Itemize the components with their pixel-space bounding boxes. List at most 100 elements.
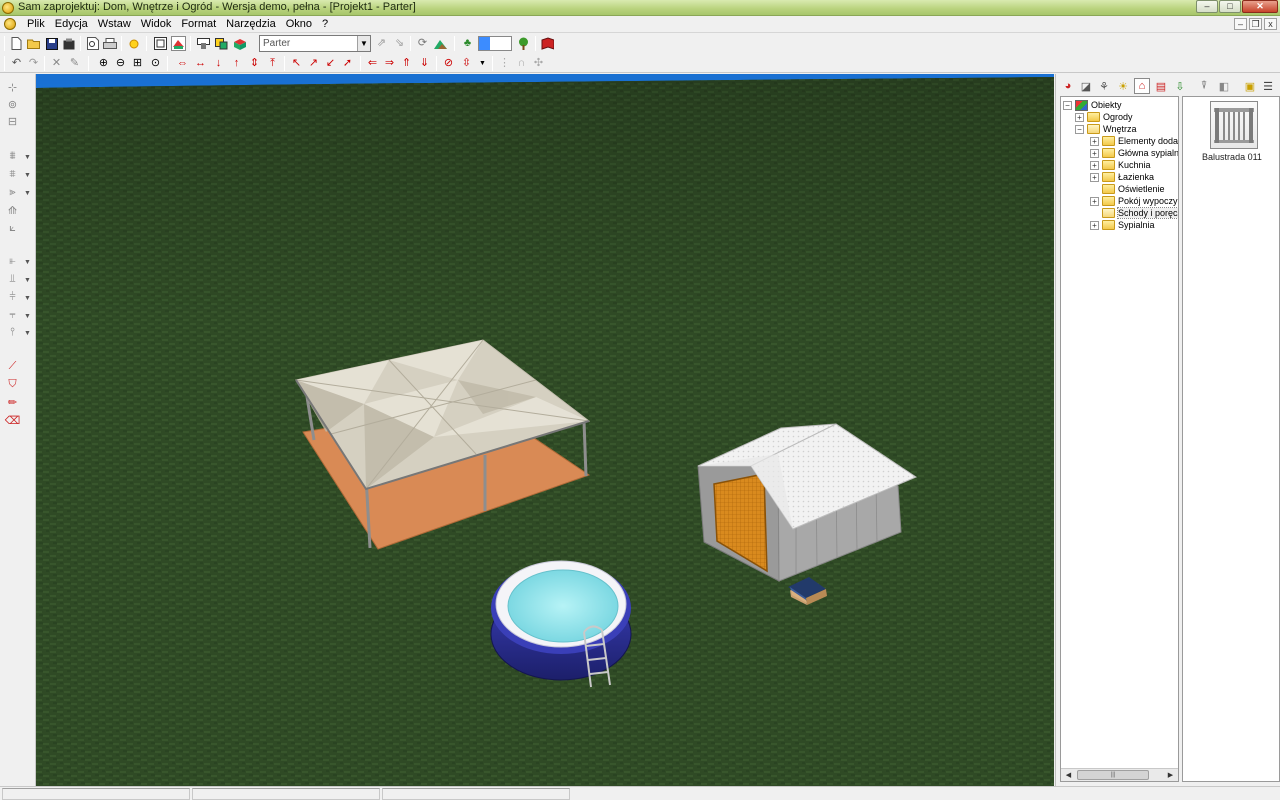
tab-catalog-icon[interactable]: ▤ [1153,78,1169,94]
scroll-left-icon[interactable]: ◀ [1063,770,1074,781]
menu-okno[interactable]: Okno [281,18,317,30]
dropdown-arrow-icon[interactable]: ▼ [475,56,490,71]
tree-node-sypialnia[interactable]: + Sypialnia [1090,219,1155,231]
tree-node-pokoj-wypoczynkowy[interactable]: + Pokój wypoczyn [1090,195,1178,207]
collapse-icon[interactable]: − [1075,124,1084,134]
scroll-right-icon[interactable]: ▶ [1165,770,1176,781]
doc-close-button[interactable]: x [1264,18,1277,30]
orbit-down-icon[interactable]: ⇓ [417,56,432,71]
paint-brush-icon[interactable]: ✎ [67,56,82,71]
object-preview-list[interactable]: Balustrada 011 [1182,96,1280,782]
view-2d-icon[interactable] [153,36,168,51]
plant-icon[interactable]: ♣ [460,36,475,51]
camera-height-icon[interactable]: ⇳ [459,56,474,71]
move-down-icon[interactable]: ↓ [211,56,226,71]
menu-format[interactable]: Format [176,18,221,30]
pencil-icon[interactable]: ✏ [4,395,21,410]
zoom-window-icon[interactable]: ⊞ [130,56,145,71]
tab-filter-icon[interactable]: ⍒ [1196,78,1212,94]
move-left-right-icon[interactable]: ⇔ [175,56,190,71]
object-tree[interactable]: − Obiekty + Ogrody − Wnętrza + Elementy … [1060,96,1179,782]
dropdown-arrow-icon[interactable]: ▼ [24,277,31,284]
wall-tool-icon[interactable]: ⩩ [4,149,21,164]
dropdown-arrow-icon[interactable]: ▼ [24,154,31,161]
doc-restore-button[interactable]: ❐ [1249,18,1262,30]
camera-zoom-icon[interactable]: ⊘ [441,56,456,71]
zoom-out-icon[interactable]: ⊖ [113,56,128,71]
dropdown-arrow-icon[interactable]: ▼ [24,259,31,266]
align-bottom-icon[interactable]: ⫫ [4,272,21,287]
plan-3d-block-icon[interactable] [232,36,247,51]
rotate-tool-icon[interactable]: ⊚ [4,97,21,112]
dropdown-arrow-icon[interactable]: ▼ [24,313,31,320]
distribute-vertical-icon[interactable]: ⫯ [4,325,21,340]
orbit-up-icon[interactable]: ⇑ [399,56,414,71]
stairs-tool-icon[interactable]: ⟀ [4,221,21,236]
minimize-button[interactable]: – [1196,0,1218,13]
paint-bucket-icon[interactable]: ⛉ [4,377,21,392]
grid-icon[interactable]: ⋮ [497,56,512,71]
chevron-down-icon[interactable]: ▼ [357,36,370,51]
dropdown-arrow-icon[interactable]: ▼ [24,330,31,337]
document-icon[interactable] [4,18,16,30]
tree-node-oswietlenie[interactable]: Oświetlenie [1090,183,1165,195]
tree-node-glowna-sypialnia[interactable]: + Główna sypialni [1090,147,1178,159]
rotate-left-icon[interactable]: ↖ [289,56,304,71]
roof-tool-icon[interactable]: ⟰ [4,203,21,218]
move-vertical-icon[interactable]: ⇕ [247,56,262,71]
group-tool-icon[interactable]: ⊟ [4,114,21,129]
refresh-icon[interactable]: ⟳ [415,36,430,51]
open-folder-icon[interactable] [26,36,41,51]
move-top-icon[interactable]: ⤒ [265,56,280,71]
eraser-icon[interactable]: ⌫ [4,413,21,428]
3d-viewport[interactable] [36,74,1054,786]
menu-narzedzia[interactable]: Narzędzia [221,18,281,30]
print-icon[interactable] [102,36,117,51]
terrain-icon[interactable] [433,36,448,51]
print-preview-icon[interactable] [85,36,100,51]
floor-down-icon[interactable]: ⇘ [392,36,407,51]
save-all-icon[interactable] [61,36,76,51]
tree-node-wnetrza[interactable]: − Wnętrza [1075,123,1137,135]
tab-garden-icon[interactable]: ⚘ [1096,78,1112,94]
save-icon[interactable] [44,36,59,51]
tab-sun-icon[interactable]: ☀ [1115,78,1131,94]
dropdown-arrow-icon[interactable]: ▼ [24,295,31,302]
floor-select[interactable]: Parter ▼ [259,35,371,52]
menu-wstaw[interactable]: Wstaw [93,18,136,30]
tree-icon[interactable] [516,36,531,51]
plan-color-icon[interactable] [214,36,229,51]
magnet-icon[interactable]: ∩ [514,56,529,71]
tab-objects-icon[interactable]: ⌂ [1134,78,1150,94]
undo-icon[interactable]: ↶ [9,56,24,71]
dropdown-arrow-icon[interactable]: ▼ [24,190,31,197]
sun-light-icon[interactable] [126,36,141,51]
expand-icon[interactable]: + [1090,160,1099,170]
menu-edycja[interactable]: Edycja [50,18,93,30]
expand-icon[interactable]: + [1075,112,1084,122]
close-button[interactable]: ✕ [1242,0,1278,13]
eyedropper-icon[interactable]: ⟋ [4,359,21,374]
menu-help[interactable]: ? [317,18,333,30]
align-center-icon[interactable]: ⫧ [4,308,21,323]
menu-widok[interactable]: Widok [136,18,177,30]
tab-list-view-icon[interactable]: ☰ [1260,78,1276,94]
tree-horizontal-scrollbar[interactable]: ◀ ||| ▶ [1061,768,1178,781]
expand-icon[interactable]: + [1090,172,1099,182]
expand-icon[interactable]: + [1090,196,1099,206]
menu-plik[interactable]: Plik [22,18,50,30]
zoom-in-icon[interactable]: ⊕ [96,56,111,71]
tree-node-kuchnia[interactable]: + Kuchnia [1090,159,1151,171]
orbit-right-icon[interactable]: ⇒ [382,56,397,71]
collapse-icon[interactable]: − [1063,100,1072,110]
app-icon[interactable] [2,2,14,14]
view-3d-icon[interactable] [171,36,186,51]
fence-tool-icon[interactable]: ⩨ [4,167,21,182]
plan-wall-icon[interactable] [196,36,211,51]
color-swatch[interactable] [478,36,512,51]
tilt-icon[interactable]: ↙ [323,56,338,71]
tree-node-schody-i-porecze[interactable]: Schody i poręcz [1090,207,1178,219]
zoom-fit-icon[interactable]: ⊙ [148,56,163,71]
tree-node-root[interactable]: − Obiekty [1063,99,1122,111]
scroll-thumb[interactable]: ||| [1077,770,1149,780]
